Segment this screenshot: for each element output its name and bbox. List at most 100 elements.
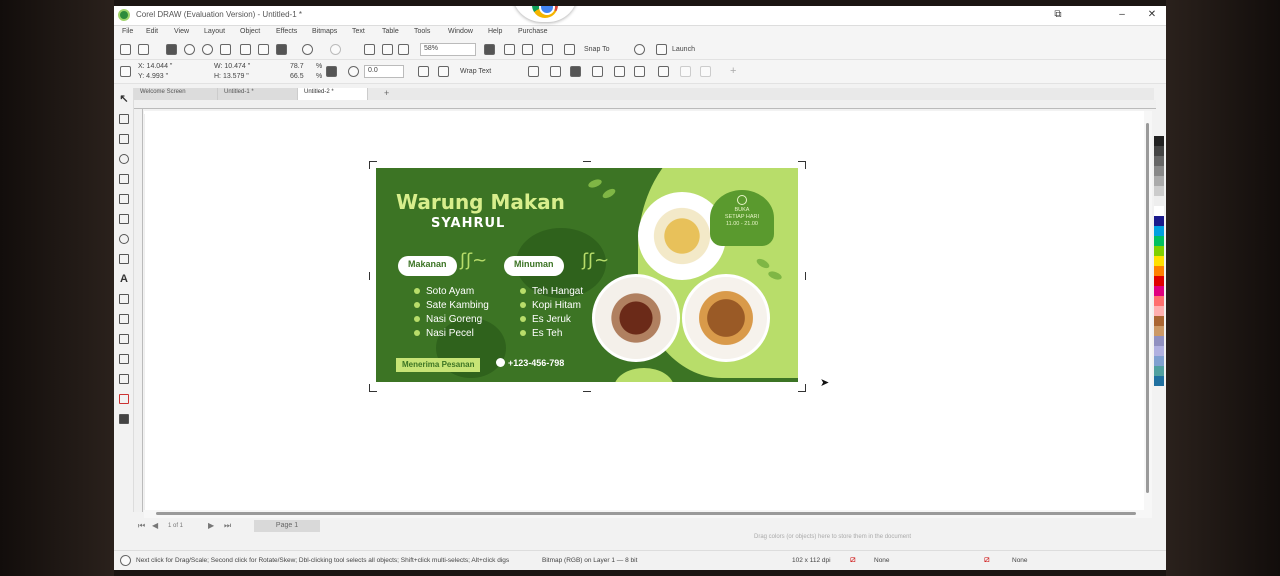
new-document-icon[interactable] [120,44,131,55]
color-swatch[interactable] [1154,226,1164,236]
color-swatch[interactable] [1154,356,1164,366]
menu-effects[interactable]: Effects [276,28,297,35]
color-swatch[interactable] [1154,136,1164,146]
skew-handle-right[interactable] [798,272,806,280]
bitmap-mask-icon[interactable] [614,66,625,77]
menu-file[interactable]: File [122,28,133,35]
color-swatch[interactable] [1154,236,1164,246]
add-preset-icon[interactable]: + [730,65,736,77]
minimize-button[interactable]: – [1114,8,1130,22]
color-swatch[interactable] [1154,156,1164,166]
resample-icon[interactable] [592,66,603,77]
full-screen-icon[interactable] [484,44,495,55]
color-swatch[interactable] [1154,326,1164,336]
interactive-fill-tool-icon[interactable] [119,394,129,404]
crop-tool-icon[interactable] [119,134,129,144]
guidelines-icon[interactable] [542,44,553,55]
group-icon[interactable] [680,66,691,77]
menu-text[interactable]: Text [352,28,365,35]
color-swatch[interactable] [1154,176,1164,186]
pick-tool-icon[interactable]: ↖ [119,94,129,105]
color-swatch[interactable] [1154,196,1164,206]
paste-icon[interactable] [276,44,287,55]
color-swatch[interactable] [1154,346,1164,356]
import-icon[interactable] [364,44,375,55]
eyedropper-tool-icon[interactable] [119,374,129,384]
rotate-handle-bottom-left[interactable] [369,384,377,392]
vertical-ruler[interactable] [134,109,143,512]
tab-untitled-2[interactable]: Untitled-2 * [298,88,368,100]
color-swatch[interactable] [1154,166,1164,176]
ungroup-icon[interactable] [700,66,711,77]
align-icon[interactable] [658,66,669,77]
color-swatch[interactable] [1154,336,1164,346]
menu-tools[interactable]: Tools [414,28,430,35]
copy-icon[interactable] [258,44,269,55]
color-swatch[interactable] [1154,286,1164,296]
last-page-icon[interactable]: ⏭ [224,521,231,531]
download-cloud-icon[interactable] [202,44,213,55]
rulers-icon[interactable] [504,44,515,55]
tab-welcome-screen[interactable]: Welcome Screen [134,88,218,100]
restore-button[interactable]: ⧉ [1050,8,1066,22]
horizontal-scrollbar[interactable] [144,510,1152,518]
wrap-text-dropdown[interactable]: Wrap Text [460,68,491,75]
vertical-scroll-thumb[interactable] [1146,123,1149,493]
link-icon[interactable] [634,66,645,77]
cut-icon[interactable] [240,44,251,55]
mirror-horizontal-icon[interactable] [418,66,429,77]
page-tab[interactable]: Page 1 [254,520,320,532]
lock-ratio-icon[interactable] [326,66,337,77]
scale-height-field[interactable]: 66.5 [290,73,304,80]
color-swatch[interactable] [1154,146,1164,156]
zoom-level-select[interactable]: 58% [420,43,476,56]
connector-tool-icon[interactable] [119,314,129,324]
rotation-angle-field[interactable]: 0.0 [364,65,404,78]
parallel-dimension-tool-icon[interactable] [119,294,129,304]
menu-window[interactable]: Window [448,28,473,35]
crop-bitmap-icon[interactable] [570,66,581,77]
snap-to-dropdown[interactable]: Snap To [584,46,610,53]
prev-page-icon[interactable]: ◀ [152,521,158,530]
first-page-icon[interactable]: ⏮ [138,521,145,531]
redo-icon[interactable] [330,44,341,55]
color-swatch[interactable] [1154,366,1164,376]
color-swatch[interactable] [1154,276,1164,286]
polygon-tool-icon[interactable] [119,254,129,264]
rotate-handle-top-left[interactable] [369,161,377,169]
edit-bitmap-icon[interactable] [528,66,539,77]
skew-handle-top[interactable] [583,161,591,169]
scale-width-field[interactable]: 78.7 [290,63,304,70]
drop-shadow-tool-icon[interactable] [119,334,129,344]
banner-design[interactable]: Warung Makan SYAHRUL Makanan ʃʃ~ Minuman… [376,168,798,382]
menu-edit[interactable]: Edit [146,28,158,35]
options-gear-icon[interactable] [634,44,645,55]
export-icon[interactable] [382,44,393,55]
menu-table[interactable]: Table [382,28,399,35]
menu-purchase[interactable]: Purchase [518,28,548,35]
color-swatch[interactable] [1154,376,1164,386]
print-icon[interactable] [220,44,231,55]
launch-dropdown[interactable]: Launch [672,46,695,53]
smart-fill-tool-icon[interactable] [119,414,129,424]
color-swatch[interactable] [1154,186,1164,196]
grid-icon[interactable] [522,44,533,55]
ellipse-tool-icon[interactable] [119,234,129,244]
close-button[interactable]: ✕ [1144,8,1160,22]
artistic-media-tool-icon[interactable] [119,194,129,204]
zoom-tool-icon[interactable] [119,154,129,164]
launch-icon[interactable] [656,44,667,55]
horizontal-scroll-thumb[interactable] [156,512,1136,515]
freehand-tool-icon[interactable] [119,174,129,184]
color-swatch[interactable] [1154,316,1164,326]
upload-cloud-icon[interactable] [184,44,195,55]
fill-none-icon[interactable]: ⧄ [850,554,856,565]
save-icon[interactable] [166,44,177,55]
rotate-handle-bottom-right[interactable] [798,384,806,392]
color-swatch[interactable] [1154,266,1164,276]
object-origin-icon[interactable] [120,66,131,77]
menu-layout[interactable]: Layout [204,28,225,35]
outline-none-icon[interactable]: ⧄ [984,554,990,565]
color-swatch[interactable] [1154,216,1164,226]
width-field[interactable]: W: 10.474 " [214,63,250,70]
